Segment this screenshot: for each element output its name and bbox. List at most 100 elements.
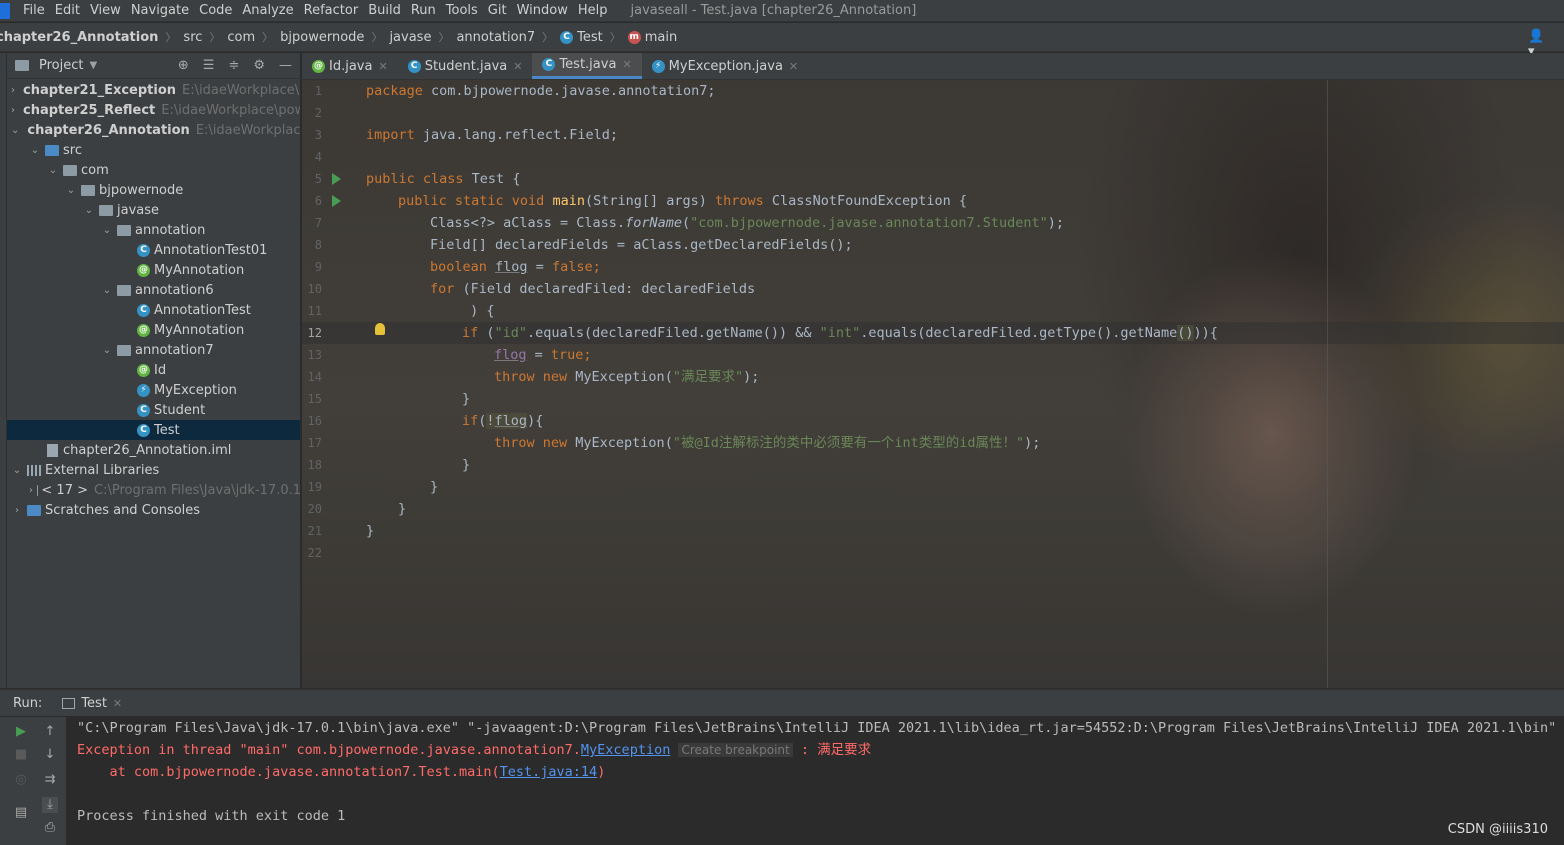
chevron-down-icon[interactable]: ⌄ bbox=[101, 345, 113, 356]
menu-help[interactable]: Help bbox=[573, 3, 613, 18]
chevron-down-icon[interactable]: ⌄ bbox=[65, 185, 77, 196]
chevron-down-icon[interactable]: ⌄ bbox=[29, 145, 41, 156]
tree-item-scratches[interactable]: › Scratches and Consoles bbox=[7, 500, 300, 520]
line-number: 13 bbox=[307, 348, 322, 362]
line-gutter[interactable]: 1 2 3 4 5 6 7 8 9 10 11 12 13 14 15 16 1… bbox=[302, 80, 359, 688]
source-location-link[interactable]: Test.java:14 bbox=[500, 764, 598, 780]
tree-item-chapter21[interactable]: › chapter21_Exception E:\idaeWorkplace\pc bbox=[7, 80, 300, 100]
arrow-down-icon[interactable]: ↓ bbox=[42, 747, 58, 763]
breadcrumb-com[interactable]: com bbox=[227, 30, 255, 45]
tree-item-jdk[interactable]: › < 17 > C:\Program Files\Java\jdk-17.0.1 bbox=[7, 480, 300, 500]
menu-window[interactable]: Window bbox=[512, 3, 573, 18]
code-token: public static void bbox=[398, 193, 545, 209]
exception-class-link[interactable]: MyException bbox=[581, 742, 670, 758]
close-icon[interactable]: ✕ bbox=[113, 697, 122, 710]
close-icon[interactable]: ✕ bbox=[622, 58, 631, 71]
tree-item-com[interactable]: ⌄ com bbox=[7, 160, 300, 180]
tree-item-bjpowernode[interactable]: ⌄ bjpowernode bbox=[7, 180, 300, 200]
scroll-to-end-icon[interactable]: ⤓ bbox=[42, 797, 58, 813]
tree-item-student[interactable]: C Student bbox=[7, 400, 300, 420]
soft-wrap-icon[interactable]: ⇉ bbox=[42, 772, 58, 788]
package-icon bbox=[117, 284, 131, 296]
tree-item-external-libraries[interactable]: ⌄ External Libraries bbox=[7, 460, 300, 480]
breadcrumb-src[interactable]: src bbox=[183, 30, 202, 45]
code-token: .equals(declaredFiled.getName()) && bbox=[527, 325, 820, 341]
tree-item-chapter25[interactable]: › chapter25_Reflect E:\idaeWorkplace\powe bbox=[7, 100, 300, 120]
chevron-down-icon[interactable]: ▼ bbox=[89, 60, 97, 71]
create-breakpoint-link[interactable]: Create breakpoint bbox=[678, 743, 793, 757]
menu-code[interactable]: Code bbox=[194, 3, 237, 18]
tree-item-javase[interactable]: ⌄ javase bbox=[7, 200, 300, 220]
tab-student-java[interactable]: C Student.java ✕ bbox=[398, 53, 533, 79]
chevron-down-icon[interactable]: ⌄ bbox=[47, 165, 59, 176]
locate-icon[interactable]: ⊕ bbox=[178, 58, 189, 73]
package-icon bbox=[99, 204, 113, 216]
tree-item-myannotation[interactable]: @ MyAnnotation bbox=[7, 320, 300, 340]
project-view-selector[interactable]: Project bbox=[39, 58, 83, 73]
tree-item-annotation7[interactable]: ⌄ annotation7 bbox=[7, 340, 300, 360]
layout-icon[interactable]: ▤ bbox=[13, 805, 29, 821]
collapse-all-icon[interactable]: ≑ bbox=[228, 58, 239, 73]
run-gutter-icon[interactable] bbox=[332, 173, 341, 185]
menu-view[interactable]: View bbox=[85, 3, 126, 18]
breadcrumb-bjpowernode[interactable]: bjpowernode bbox=[280, 30, 364, 45]
tree-item-src[interactable]: ⌄ src bbox=[7, 140, 300, 160]
chevron-down-icon[interactable]: ⌄ bbox=[11, 125, 19, 136]
stop-icon[interactable]: ■ bbox=[13, 747, 29, 763]
menu-edit[interactable]: Edit bbox=[50, 3, 85, 18]
tree-item-iml[interactable]: chapter26_Annotation.iml bbox=[7, 440, 300, 460]
breadcrumb-test[interactable]: C Test bbox=[560, 30, 603, 45]
left-tool-strip[interactable] bbox=[0, 53, 7, 688]
tab-id-java[interactable]: @ Id.java ✕ bbox=[302, 53, 398, 79]
breadcrumb-main[interactable]: m main bbox=[627, 30, 677, 45]
print-icon[interactable]: ⎙ bbox=[42, 820, 58, 836]
tree-item-annotation6[interactable]: ⌄ annotation6 bbox=[7, 280, 300, 300]
chevron-right-icon[interactable]: › bbox=[11, 505, 23, 516]
menu-tools[interactable]: Tools bbox=[441, 3, 483, 18]
rerun-icon[interactable]: ▶ bbox=[13, 724, 29, 740]
tree-item-annotationtest01[interactable]: C AnnotationTest01 bbox=[7, 240, 300, 260]
tree-item-chapter26[interactable]: ⌄ chapter26_Annotation E:\idaeWorkplace\p bbox=[7, 120, 300, 140]
menu-build[interactable]: Build bbox=[363, 3, 406, 18]
user-icon[interactable]: 👤▾ bbox=[1528, 29, 1550, 59]
expand-all-icon[interactable]: ☰ bbox=[203, 58, 215, 73]
chevron-down-icon[interactable]: ⌄ bbox=[83, 205, 95, 216]
run-gutter-icon[interactable] bbox=[332, 195, 341, 207]
chevron-down-icon[interactable]: ⌄ bbox=[11, 465, 23, 476]
tab-label: Student.java bbox=[424, 58, 508, 74]
breadcrumb-annotation7[interactable]: annotation7 bbox=[456, 30, 535, 45]
arrow-up-icon[interactable]: ↑ bbox=[42, 724, 58, 740]
menu-analyze[interactable]: Analyze bbox=[237, 3, 298, 18]
chevron-right-icon[interactable]: › bbox=[11, 85, 15, 96]
right-margin-guide bbox=[1327, 80, 1328, 688]
console-output[interactable]: "C:\Program Files\Java\jdk-17.0.1\bin\ja… bbox=[77, 717, 1564, 845]
close-icon[interactable]: ✕ bbox=[378, 60, 387, 73]
close-icon[interactable]: ✕ bbox=[789, 60, 798, 73]
chevron-down-icon[interactable]: ⌄ bbox=[101, 285, 113, 296]
code-editor[interactable]: @ Id.java ✕ C Student.java ✕ C Test.java ✕ ⚡ My… bbox=[302, 53, 1564, 688]
chevron-down-icon[interactable]: ⌄ bbox=[101, 225, 113, 236]
chevron-right-icon[interactable]: › bbox=[11, 105, 15, 116]
breadcrumb-javase[interactable]: javase bbox=[389, 30, 431, 45]
menu-file[interactable]: File bbox=[18, 3, 50, 18]
tree-item-myexception[interactable]: ⚡ MyException bbox=[7, 380, 300, 400]
tree-item-annotationtest[interactable]: C AnnotationTest bbox=[7, 300, 300, 320]
breadcrumb-project[interactable]: chapter26_Annotation bbox=[0, 30, 158, 45]
gear-icon[interactable]: ⚙ bbox=[253, 58, 265, 73]
tree-item-id[interactable]: @ Id bbox=[7, 360, 300, 380]
chevron-right-icon: 〉 bbox=[542, 31, 554, 44]
tree-item-test[interactable]: C Test bbox=[7, 420, 300, 440]
menu-refactor[interactable]: Refactor bbox=[299, 3, 364, 18]
menu-git[interactable]: Git bbox=[483, 3, 512, 18]
chevron-right-icon[interactable]: › bbox=[29, 485, 33, 496]
menu-navigate[interactable]: Navigate bbox=[126, 3, 194, 18]
tab-test-java[interactable]: C Test.java ✕ bbox=[532, 53, 642, 79]
tree-item-annotation[interactable]: ⌄ annotation bbox=[7, 220, 300, 240]
close-icon[interactable]: ✕ bbox=[513, 60, 522, 73]
tree-item-myannotation[interactable]: @ MyAnnotation bbox=[7, 260, 300, 280]
minimize-icon[interactable]: — bbox=[279, 58, 292, 73]
tab-myexception-java[interactable]: ⚡ MyException.java ✕ bbox=[642, 53, 808, 79]
camera-icon[interactable]: ◎ bbox=[13, 772, 29, 788]
menu-run[interactable]: Run bbox=[406, 3, 441, 18]
run-tab-test[interactable]: Test ✕ bbox=[62, 696, 122, 711]
